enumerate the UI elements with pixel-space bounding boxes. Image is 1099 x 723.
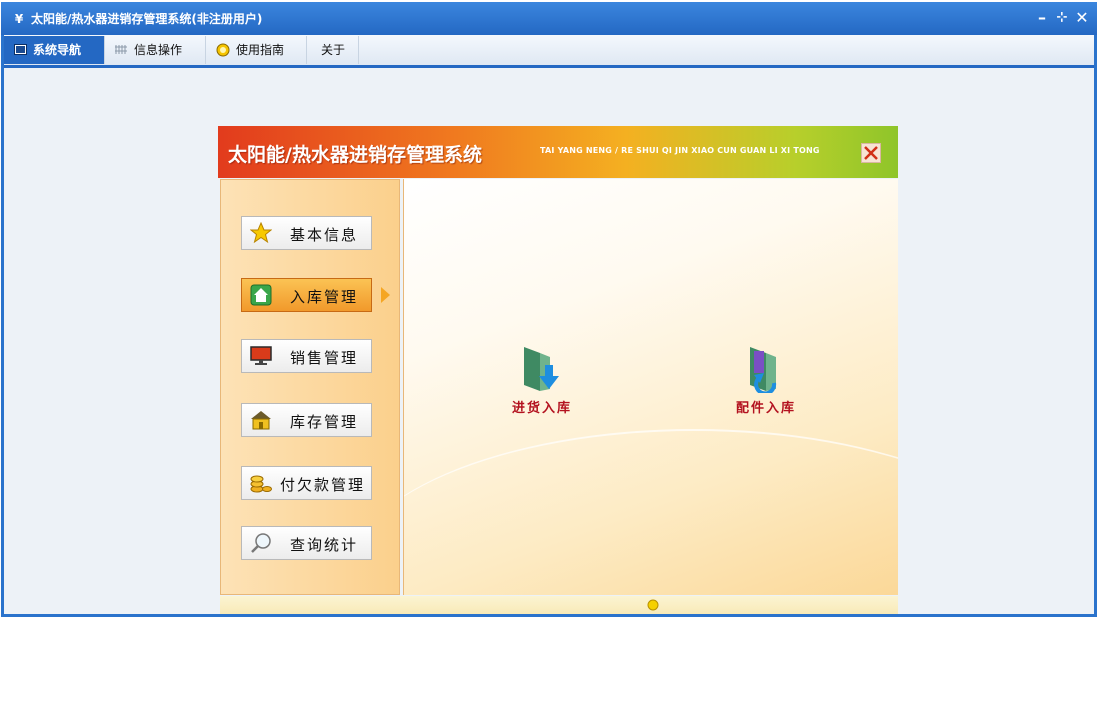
menu-bar: 系统导航 信息操作 使用指南 关于: [4, 35, 1094, 68]
nav-label: 付欠款管理: [280, 476, 366, 494]
nav-stock-in-button[interactable]: 入库管理: [241, 278, 372, 312]
nav-basic-info-button[interactable]: 基本信息: [241, 216, 372, 250]
title-bar: ¥ 太阳能/热水器进销存管理系统(非注册用户) – ⊹ ✕: [1, 2, 1097, 35]
house-icon: [250, 284, 272, 306]
monitor-icon: [250, 345, 272, 367]
magnifier-icon: [250, 532, 272, 554]
module-actions-area: 进货入库 配件入库: [403, 179, 898, 595]
module-sidebar: 基本信息 入库管理 销售管理 库存管理 付欠款管理 查询统计: [220, 179, 400, 595]
lightbulb-icon: [647, 599, 659, 611]
coins-icon: [250, 472, 272, 494]
decorative-swoosh: [404, 429, 898, 595]
warehouse-icon: [250, 409, 272, 431]
nav-label: 销售管理: [290, 349, 359, 367]
nav-label: 基本信息: [290, 226, 359, 244]
nav-inventory-button[interactable]: 库存管理: [241, 403, 372, 437]
restore-icon[interactable]: ⊹: [1053, 8, 1071, 28]
tab-label: 系统导航: [33, 43, 82, 57]
folder-parts-icon: [744, 345, 788, 396]
monitor-icon: [14, 37, 27, 55]
nav-payments-button[interactable]: 付欠款管理: [241, 466, 372, 500]
action-purchase-stock-in[interactable]: 进货入库: [502, 345, 582, 425]
tab-system-navigation[interactable]: 系统导航: [4, 36, 105, 64]
tab-label: 信息操作: [134, 43, 183, 57]
app-window: ¥ 太阳能/热水器进销存管理系统(非注册用户) – ⊹ ✕ 系统导航 信息操作 …: [1, 2, 1097, 617]
help-icon: [216, 39, 230, 57]
active-indicator-arrow: [381, 287, 390, 303]
window-title: 太阳能/热水器进销存管理系统(非注册用户): [31, 12, 263, 26]
nav-label: 查询统计: [290, 536, 359, 554]
action-label: 配件入库: [735, 401, 796, 416]
panel-close-button[interactable]: [861, 143, 881, 163]
content-area: 太阳能/热水器进销存管理系统 TAI YANG NENG / RE SHUI Q…: [4, 68, 1094, 614]
nav-label: 库存管理: [290, 413, 359, 431]
tab-about[interactable]: 关于: [307, 36, 359, 64]
tab-info-operations[interactable]: 信息操作: [105, 36, 206, 64]
folder-arrow-down-icon: [520, 345, 564, 393]
action-parts-stock-in[interactable]: 配件入库: [726, 345, 806, 425]
star-icon: [249, 221, 273, 244]
minimize-icon[interactable]: –: [1033, 8, 1051, 28]
tab-user-guide[interactable]: 使用指南: [206, 36, 307, 64]
nav-label: 入库管理: [290, 288, 359, 306]
nav-sales-button[interactable]: 销售管理: [241, 339, 372, 373]
panel-footer: [220, 596, 898, 614]
app-logo-icon: ¥: [14, 12, 24, 26]
action-label: 进货入库: [511, 401, 572, 416]
navigation-panel: 太阳能/热水器进销存管理系统 TAI YANG NENG / RE SHUI Q…: [218, 126, 898, 614]
nav-query-stats-button[interactable]: 查询统计: [241, 526, 372, 560]
panel-title: 太阳能/热水器进销存管理系统: [228, 144, 482, 166]
close-icon: [864, 146, 878, 160]
close-icon[interactable]: ✕: [1073, 8, 1091, 28]
panel-subtitle: TAI YANG NENG / RE SHUI QI JIN XIAO CUN …: [540, 146, 820, 155]
panel-header: 太阳能/热水器进销存管理系统 TAI YANG NENG / RE SHUI Q…: [218, 126, 898, 178]
tab-label: 使用指南: [236, 43, 285, 57]
grid-icon: [115, 37, 128, 54]
tab-label: 关于: [321, 43, 346, 57]
